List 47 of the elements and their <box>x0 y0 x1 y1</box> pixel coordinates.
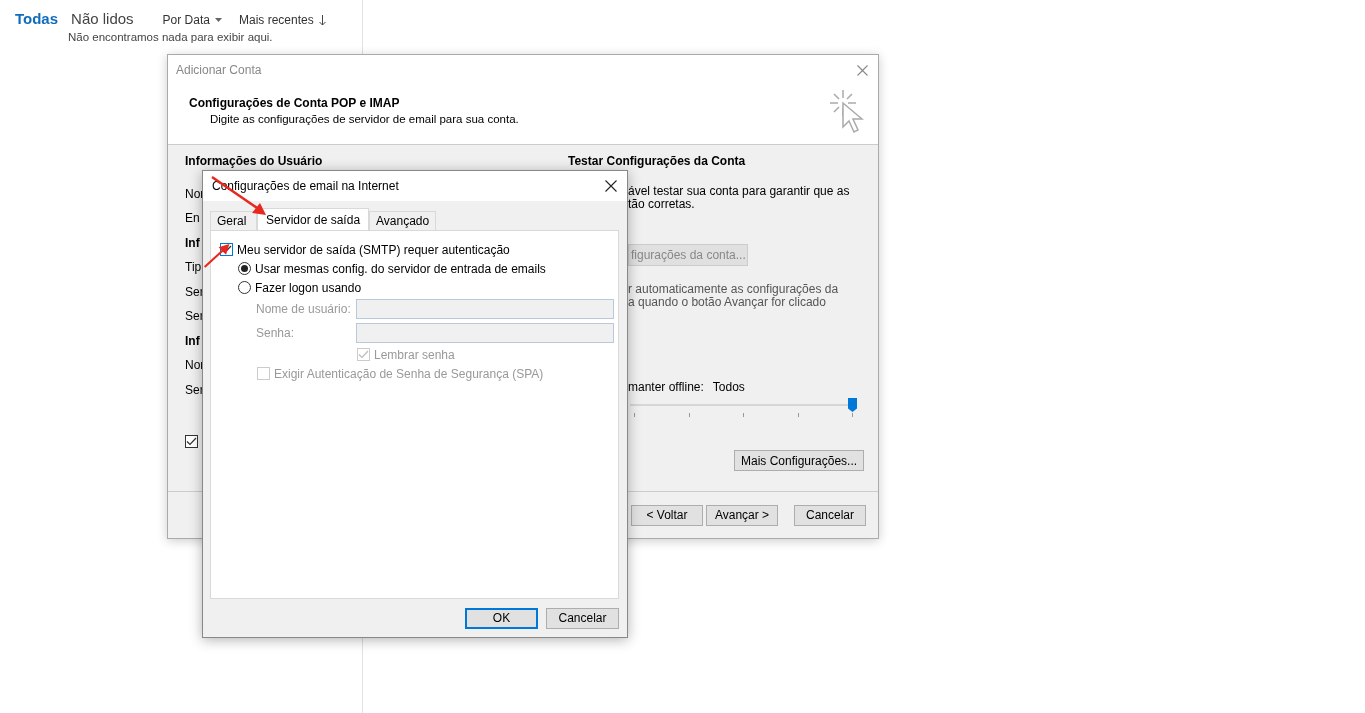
section-heading: Testar Configurações da Conta <box>568 154 746 168</box>
field-label: Ser <box>185 309 204 323</box>
offline-value: Todos <box>712 380 745 394</box>
sort-button[interactable]: Por Data <box>162 13 222 27</box>
checkbox-label: Meu servidor de saída (SMTP) requer autenticação <box>237 242 510 257</box>
annotation-arrow <box>203 242 231 269</box>
section-heading: Inf <box>185 235 200 250</box>
dialog-button[interactable]: Cancelar <box>546 607 619 629</box>
header-title: Configurações de Conta POP e IMAP <box>189 96 401 110</box>
description-text: ável testar sua conta para garantir que as tão corretas. <box>628 185 850 211</box>
nav-button[interactable]: < Voltar <box>631 504 703 526</box>
dialog-button[interactable]: OK <box>465 607 538 629</box>
field-label: Senha: <box>256 326 296 340</box>
tab[interactable]: Servidor de saída <box>257 208 370 230</box>
checkbox-label: Lembrar senha <box>374 347 455 362</box>
slider-thumb[interactable] <box>848 398 857 412</box>
close-icon[interactable] <box>605 180 617 192</box>
field-label: Ser <box>185 284 204 299</box>
description-text: r automaticamente as configurações da a quando o botão Avançar for clicado <box>628 283 839 309</box>
filter-tab[interactable]: Não lidos <box>71 10 134 27</box>
radio-button[interactable] <box>238 262 251 275</box>
more-settings-button[interactable]: Mais Configurações... <box>734 450 865 471</box>
empty-message: Não encontramos nada para exibir aqui. <box>67 30 274 43</box>
radio-label: Usar mesmas config. do servidor de entrada de emails <box>255 261 546 276</box>
filter-tab[interactable]: Todas <box>15 10 59 27</box>
tab[interactable]: Avançado <box>369 211 437 230</box>
caret-icon <box>214 18 222 22</box>
field-label: Ser <box>185 382 204 397</box>
checkbox-label: Exigir Autenticação de Senha de Segurança (SPA) <box>274 366 544 381</box>
radio-label: Fazer logon usando <box>255 280 362 295</box>
field-label: Nome de usuário: <box>256 302 352 316</box>
tab[interactable]: Geral <box>210 211 257 230</box>
section-heading: Informações do Usuário <box>185 154 323 168</box>
field-label: Tip <box>185 260 202 274</box>
radio-button[interactable] <box>238 281 251 294</box>
arrow-down-icon <box>318 14 326 26</box>
field-label: Nor <box>185 358 205 372</box>
window-title: Adicionar Conta <box>176 63 262 77</box>
sort-button[interactable]: Mais recentes <box>238 13 326 27</box>
field-label: En <box>185 211 200 225</box>
field-label: Nor <box>185 186 205 201</box>
nav-button[interactable]: Cancelar <box>794 504 866 526</box>
checkbox[interactable] <box>185 435 198 448</box>
section-heading: Inf <box>185 333 200 348</box>
nav-button[interactable]: Avançar > <box>706 504 778 526</box>
header-subtitle: Digite as configurações de servidor de email para sua conta. <box>210 113 519 125</box>
offline-label: manter offline: <box>628 380 704 394</box>
